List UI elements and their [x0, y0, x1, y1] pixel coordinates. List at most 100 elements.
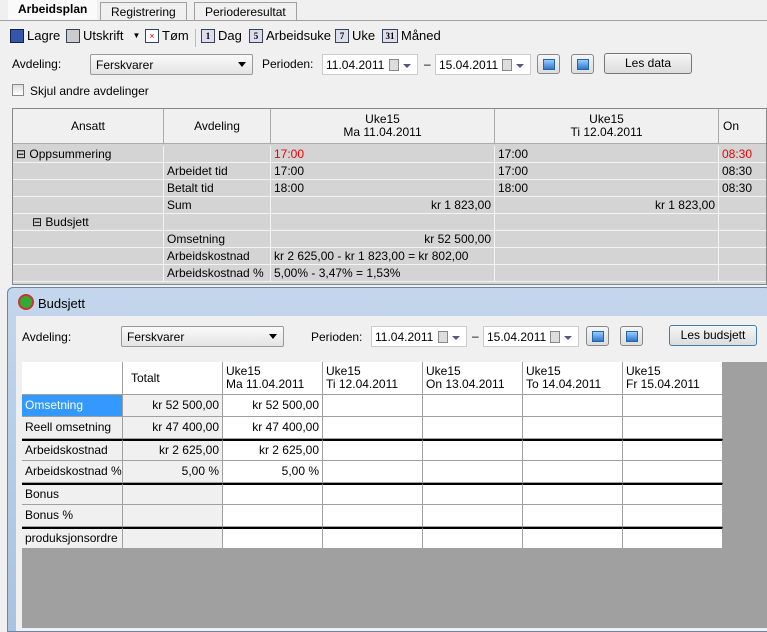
- grid-cell[interactable]: [323, 439, 423, 461]
- period-from-input[interactable]: 11.04.2011: [322, 54, 418, 75]
- grid-cell[interactable]: [423, 417, 523, 439]
- budget-next-period-button[interactable]: [620, 326, 643, 346]
- grid-cell[interactable]: [623, 461, 723, 483]
- grid-cell[interactable]: [323, 483, 423, 505]
- grid-cell[interactable]: kr 2 625,00: [123, 439, 223, 461]
- table-row[interactable]: Arbeidskostnad kr 2 625,00 - kr 1 823,00 …: [13, 248, 766, 265]
- grid-cell[interactable]: kr 52 500,00: [123, 395, 223, 417]
- grid-cell[interactable]: [323, 461, 423, 483]
- grid-cell[interactable]: [623, 439, 723, 461]
- grid-cell[interactable]: [323, 505, 423, 527]
- budget-grid[interactable]: Totalt Uke15 Ma 11.04.2011 Uke15 Ti 12.04.…: [22, 362, 767, 628]
- column-header[interactable]: Avdeling: [164, 109, 271, 144]
- grid-cell[interactable]: [123, 505, 223, 527]
- grid-cell[interactable]: [223, 483, 323, 505]
- grid-cell[interactable]: [423, 461, 523, 483]
- calendar-icon[interactable]: [438, 331, 448, 343]
- chevron-down-icon[interactable]: [564, 336, 572, 340]
- column-header[interactable]: Uke15 To 14.04.2011: [523, 362, 623, 395]
- table-row[interactable]: ⊟ Oppsummering 17:00 17:00 08:30: [13, 146, 766, 163]
- grid-cell[interactable]: [523, 417, 623, 439]
- grid-cell[interactable]: kr 2 625,00: [223, 439, 323, 461]
- load-budget-button[interactable]: Les budsjett: [669, 325, 757, 346]
- grid-cell[interactable]: [323, 417, 423, 439]
- table-row[interactable]: Arbeidet tid 17:00 17:00 08:30: [13, 163, 766, 180]
- load-data-button[interactable]: Les data: [604, 53, 692, 74]
- grid-cell[interactable]: [323, 527, 423, 549]
- table-row[interactable]: Arbeidskostnad % 5,00% - 3,47% = 1,53%: [13, 265, 766, 282]
- grid-cell[interactable]: [523, 527, 623, 549]
- row-label[interactable]: Arbeidskostnad: [22, 439, 123, 461]
- save-button[interactable]: Lagre: [10, 28, 60, 43]
- chevron-down-icon[interactable]: [516, 64, 524, 68]
- chevron-down-icon[interactable]: ▼: [132, 31, 140, 40]
- department-select[interactable]: Ferskvarer: [90, 54, 253, 75]
- grid-cell[interactable]: [623, 417, 723, 439]
- budget-previous-period-button[interactable]: [586, 326, 609, 346]
- grid-cell[interactable]: [623, 505, 723, 527]
- table-row[interactable]: ⊟ Budsjett: [13, 214, 766, 231]
- grid-cell[interactable]: [123, 527, 223, 549]
- day-button[interactable]: 1 Dag: [201, 28, 242, 43]
- grid-cell[interactable]: 5,00 %: [223, 461, 323, 483]
- grid-cell[interactable]: [223, 527, 323, 549]
- collapse-icon[interactable]: ⊟: [16, 147, 29, 161]
- chevron-down-icon[interactable]: [452, 336, 460, 340]
- grid-cell[interactable]: [523, 505, 623, 527]
- row-label[interactable]: produksjonsordre: [22, 527, 123, 549]
- collapse-icon[interactable]: ⊟: [32, 215, 45, 229]
- column-header[interactable]: Totalt: [123, 362, 223, 395]
- column-header[interactable]: Ansatt: [13, 109, 164, 144]
- column-header[interactable]: On: [719, 109, 766, 144]
- grid-cell[interactable]: [623, 395, 723, 417]
- grid-cell[interactable]: [623, 527, 723, 549]
- grid-cell[interactable]: kr 47 400,00: [223, 417, 323, 439]
- budget-department-select[interactable]: Ferskvarer: [121, 326, 284, 347]
- column-header[interactable]: Uke15 Ti 12.04.2011: [323, 362, 423, 395]
- grid-cell[interactable]: [323, 395, 423, 417]
- row-label[interactable]: Reell omsetning: [22, 417, 123, 439]
- row-label[interactable]: Arbeidskostnad %: [22, 461, 123, 483]
- column-header[interactable]: [22, 362, 123, 395]
- column-header[interactable]: Uke15 Fr 15.04.2011: [623, 362, 723, 395]
- hide-other-departments-checkbox[interactable]: [12, 84, 24, 96]
- table-row[interactable]: Sum kr 1 823,00 kr 1 823,00: [13, 197, 766, 214]
- budget-period-to-input[interactable]: 15.04.2011: [483, 326, 579, 347]
- column-header[interactable]: Uke15 On 13.04.2011: [423, 362, 523, 395]
- tab-perioderesultat[interactable]: Perioderesultat: [194, 2, 297, 21]
- grid-cell[interactable]: [623, 483, 723, 505]
- grid-cell[interactable]: [523, 483, 623, 505]
- budget-period-from-input[interactable]: 11.04.2011: [371, 326, 467, 347]
- column-header[interactable]: Uke15 Ma 11.04.2011: [271, 109, 495, 144]
- next-period-button[interactable]: [571, 54, 594, 74]
- clear-button[interactable]: × Tøm: [145, 28, 189, 43]
- schedule-grid[interactable]: Ansatt Avdeling Uke15 Ma 11.04.2011 Uke15 T…: [12, 108, 767, 285]
- column-header[interactable]: Uke15 Ti 12.04.2011: [495, 109, 719, 144]
- calendar-icon[interactable]: [550, 331, 560, 343]
- workweek-button[interactable]: 5 Arbeidsuke: [249, 28, 331, 43]
- print-button[interactable]: Utskrift ▼: [66, 28, 140, 43]
- grid-cell[interactable]: [423, 439, 523, 461]
- tab-arbeidsplan[interactable]: Arbeidsplan: [8, 0, 98, 21]
- period-to-input[interactable]: 15.04.2011: [435, 54, 531, 75]
- row-label[interactable]: Bonus: [22, 483, 123, 505]
- chevron-down-icon[interactable]: [403, 64, 411, 68]
- grid-cell[interactable]: [423, 527, 523, 549]
- grid-cell[interactable]: [423, 505, 523, 527]
- grid-cell[interactable]: [523, 439, 623, 461]
- week-button[interactable]: 7 Uke: [335, 28, 375, 43]
- calendar-icon[interactable]: [502, 59, 512, 71]
- column-header[interactable]: Uke15 Ma 11.04.2011: [223, 362, 323, 395]
- row-label[interactable]: Omsetning: [22, 395, 123, 417]
- grid-cell[interactable]: 5,00 %: [123, 461, 223, 483]
- grid-cell[interactable]: [123, 483, 223, 505]
- table-row[interactable]: Omsetning kr 52 500,00: [13, 231, 766, 248]
- calendar-icon[interactable]: [389, 59, 399, 71]
- grid-cell[interactable]: [223, 505, 323, 527]
- row-label[interactable]: Bonus %: [22, 505, 123, 527]
- table-row[interactable]: Betalt tid 18:00 18:00 08:30: [13, 180, 766, 197]
- grid-cell[interactable]: [523, 461, 623, 483]
- previous-period-button[interactable]: [537, 54, 560, 74]
- grid-cell[interactable]: [423, 395, 523, 417]
- month-button[interactable]: 31 Måned: [382, 28, 441, 43]
